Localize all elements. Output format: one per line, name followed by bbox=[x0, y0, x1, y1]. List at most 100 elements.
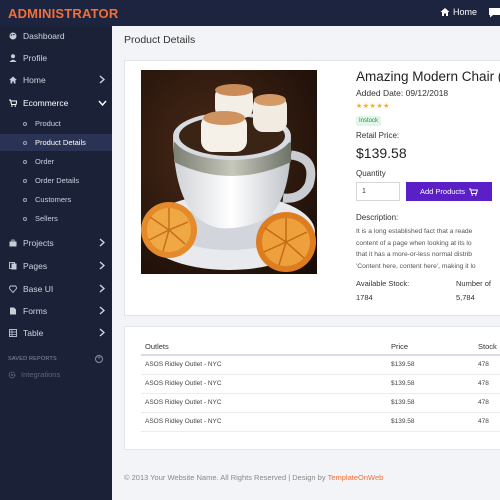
chat-icon[interactable] bbox=[488, 7, 500, 18]
footer-text: © 2013 Your Website Name. All Rights Res… bbox=[124, 473, 328, 482]
sidebar-subitem-customers[interactable]: Customers bbox=[0, 191, 112, 208]
footer: © 2013 Your Website Name. All Rights Res… bbox=[124, 473, 383, 482]
sidebar-subitem-label: Customers bbox=[35, 195, 72, 204]
sidebar-section-label: SAVED REPORTS bbox=[8, 356, 57, 362]
sidebar-item-label: Home bbox=[23, 74, 46, 85]
sidebar-subitem-label: Order Details bbox=[35, 176, 80, 185]
sidebar-item-label: Ecommerce bbox=[23, 97, 69, 108]
quantity-input[interactable]: 1 bbox=[356, 182, 400, 201]
user-icon bbox=[9, 53, 17, 62]
column-header-outlets[interactable]: Outlets bbox=[145, 342, 169, 351]
sidebar-subitem-label: Order bbox=[35, 157, 55, 166]
available-stock-label: Available Stock: bbox=[356, 279, 410, 288]
sidebar-subitem-order-details[interactable]: Order Details bbox=[0, 172, 112, 189]
sidebar-item-home[interactable]: Home bbox=[0, 70, 112, 89]
add-products-button[interactable]: Add Products bbox=[406, 182, 492, 201]
sidebar-subitem-label: Sellers bbox=[35, 214, 58, 223]
available-stock-value: 1784 bbox=[356, 293, 373, 302]
sidebar-item-pages[interactable]: Pages bbox=[0, 256, 112, 275]
sidebar-item-profile[interactable]: Profile bbox=[0, 48, 112, 67]
outlet-cell: ASOS Ridley Outlet - NYC bbox=[145, 380, 222, 387]
table-row: ASOS Ridley Outlet - NYC $139.58 478 bbox=[141, 356, 500, 375]
stock-cell: 478 bbox=[478, 380, 489, 387]
home-link-label: Home bbox=[453, 7, 478, 17]
outlets-card: Outlets Price Stock ASOS Ridley Outlet -… bbox=[124, 326, 500, 450]
home-icon bbox=[440, 8, 450, 16]
price-cell: $139.58 bbox=[391, 361, 415, 368]
product-title: Amazing Modern Chair (C bbox=[356, 69, 500, 84]
sidebar-item-table[interactable]: Table bbox=[0, 323, 112, 342]
bullet-icon bbox=[23, 216, 27, 221]
chevron-right-icon bbox=[99, 238, 105, 247]
chevron-right-icon bbox=[99, 75, 105, 84]
sidebar-subitem-product-details[interactable]: Product Details bbox=[0, 134, 112, 151]
chevron-down-icon bbox=[98, 100, 107, 106]
bullet-icon bbox=[23, 159, 27, 164]
column-header-price[interactable]: Price bbox=[391, 342, 408, 351]
add-products-label: Add Products bbox=[419, 187, 466, 196]
sidebar-subitem-label: Product Details bbox=[35, 138, 86, 147]
home-icon bbox=[9, 76, 17, 83]
outlet-cell: ASOS Ridley Outlet - NYC bbox=[145, 399, 222, 406]
sidebar-item-label: Base UI bbox=[23, 283, 54, 294]
bullet-icon bbox=[23, 140, 27, 145]
number-of-value: 5,784 bbox=[456, 293, 475, 302]
sidebar-item-label: Pages bbox=[23, 260, 48, 271]
sidebar-item-label: Profile bbox=[23, 52, 48, 63]
page-title: Product Details bbox=[124, 34, 196, 46]
product-price: $139.58 bbox=[356, 145, 407, 161]
product-description: It is a long established fact that a rea… bbox=[356, 226, 500, 274]
sidebar: Dashboard Profile Home Ecommerce Product… bbox=[0, 26, 112, 500]
chevron-right-icon bbox=[99, 306, 105, 315]
table-row: ASOS Ridley Outlet - NYC $139.58 478 bbox=[141, 394, 500, 413]
sidebar-item-label: Integrations bbox=[21, 370, 61, 379]
home-link[interactable]: Home bbox=[440, 7, 477, 17]
sidebar-item-integrations[interactable]: Integrations bbox=[8, 370, 60, 379]
number-of-label: Number of bbox=[456, 279, 492, 288]
bullet-icon bbox=[23, 121, 27, 126]
bullet-icon bbox=[23, 197, 27, 202]
chevron-right-icon bbox=[99, 284, 105, 293]
file-icon bbox=[10, 307, 16, 314]
table-icon bbox=[9, 328, 17, 337]
sidebar-item-base-ui[interactable]: Base UI bbox=[0, 279, 112, 298]
rating-stars-icon: ★★★★★ bbox=[356, 103, 390, 110]
quantity-label: Quantity bbox=[356, 169, 386, 178]
sidebar-subitem-sellers[interactable]: Sellers bbox=[0, 210, 112, 227]
briefcase-icon bbox=[9, 239, 17, 246]
sidebar-item-dashboard[interactable]: Dashboard bbox=[0, 26, 112, 45]
sidebar-subitem-order[interactable]: Order bbox=[0, 153, 112, 170]
table-header: Outlets Price Stock bbox=[141, 337, 500, 356]
price-cell: $139.58 bbox=[391, 418, 415, 425]
sidebar-item-projects[interactable]: Projects bbox=[0, 233, 112, 252]
description-line: content of a page when looking at its lo bbox=[356, 239, 472, 247]
bullet-icon bbox=[23, 178, 27, 183]
sidebar-subitem-product[interactable]: Product bbox=[0, 115, 112, 132]
sidebar-item-ecommerce[interactable]: Ecommerce bbox=[0, 93, 112, 112]
sidebar-subitem-label: Product bbox=[35, 119, 61, 128]
stock-cell: 478 bbox=[478, 418, 489, 425]
outlet-cell: ASOS Ridley Outlet - NYC bbox=[145, 361, 222, 368]
description-line: It is a long established fact that a rea… bbox=[356, 228, 473, 235]
brand-logo[interactable]: ADMINISTRATOR bbox=[8, 6, 118, 21]
top-navbar: ADMINISTRATOR Home bbox=[0, 0, 500, 26]
sidebar-item-label: Projects bbox=[23, 237, 54, 248]
gear-icon bbox=[8, 371, 16, 378]
product-added-date: Added Date: 09/12/2018 bbox=[356, 88, 449, 98]
column-header-stock[interactable]: Stock bbox=[478, 342, 497, 351]
add-report-icon[interactable]: + bbox=[95, 355, 103, 363]
retail-price-label: Retail Price: bbox=[356, 131, 400, 140]
table-row: ASOS Ridley Outlet - NYC $139.58 478 bbox=[141, 413, 500, 432]
price-cell: $139.58 bbox=[391, 380, 415, 387]
description-line: that it has a more-or-less normal distri… bbox=[356, 251, 472, 258]
sidebar-item-label: Table bbox=[23, 327, 44, 338]
price-cell: $139.58 bbox=[391, 399, 415, 406]
product-card: Amazing Modern Chair (C Added Date: 09/1… bbox=[124, 60, 500, 316]
diamond-icon bbox=[9, 285, 17, 293]
sidebar-item-label: Forms bbox=[23, 305, 48, 316]
sidebar-item-forms[interactable]: Forms bbox=[0, 301, 112, 320]
chevron-right-icon bbox=[99, 261, 105, 270]
pages-icon bbox=[9, 261, 17, 269]
footer-link[interactable]: TemplateOnWeb bbox=[328, 473, 384, 482]
chevron-right-icon bbox=[99, 328, 105, 337]
